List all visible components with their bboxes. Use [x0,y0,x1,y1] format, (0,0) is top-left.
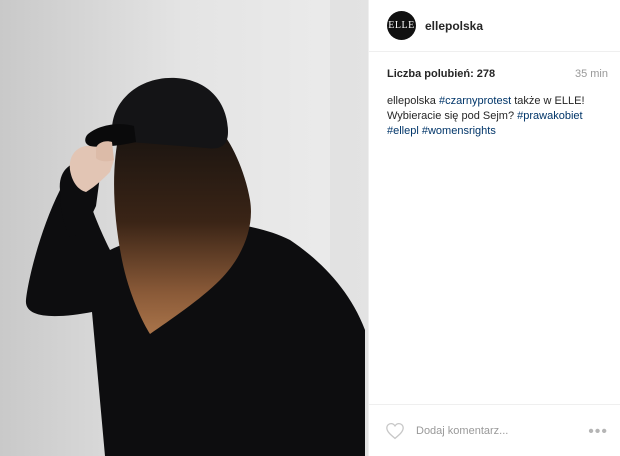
hashtag-czarnyprotest[interactable]: #czarnyprotest [439,95,511,107]
hashtag-womensrights[interactable]: #womensrights [422,125,496,137]
likes-label: Liczba polubień: [387,68,474,80]
username-link[interactable]: ellepolska [425,19,483,33]
post-timestamp[interactable]: 35 min [575,68,608,80]
post-meta: Liczba polubień: 278 35 min [369,52,620,80]
heart-icon[interactable] [385,422,405,440]
post-photo[interactable] [0,0,368,456]
likes-number: 278 [476,68,496,80]
avatar[interactable]: ELLE [387,11,416,40]
comment-input[interactable] [414,423,578,438]
comment-bar: ••• [369,404,620,456]
post-caption: ellepolska #czarnyprotest także w ELLE! … [369,80,620,139]
hashtag-prawakobiet[interactable]: #prawakobiet [517,110,582,122]
post-sidebar: ELLE ellepolska Liczba polubień: 278 35 m… [368,0,620,456]
avatar-logo-text: ELLE [388,20,415,31]
hashtag-ellepl[interactable]: #ellepl [387,125,419,137]
post-header: ELLE ellepolska [369,0,620,52]
instagram-post: ELLE ellepolska Liczba polubień: 278 35 m… [0,0,620,456]
more-options-icon[interactable]: ••• [588,423,608,441]
post-photo-illustration [0,0,368,456]
likes-count[interactable]: Liczba polubień: 278 [387,68,495,80]
caption-username[interactable]: ellepolska [387,95,436,107]
